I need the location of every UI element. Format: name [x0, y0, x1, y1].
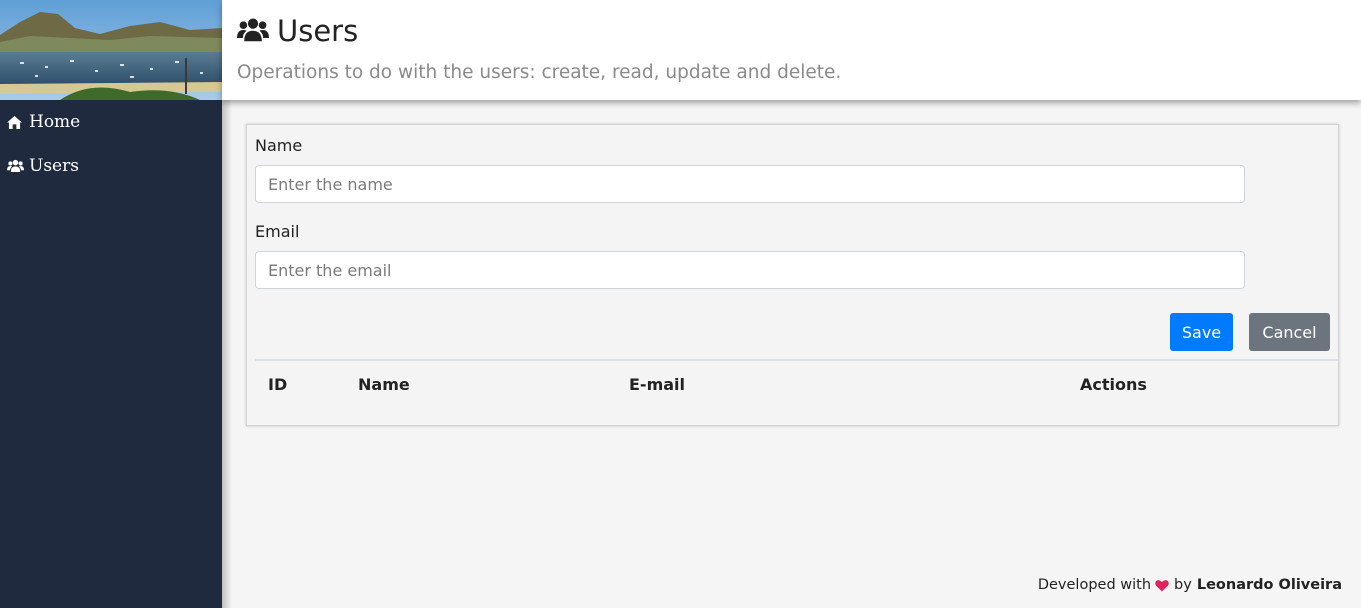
home-icon — [7, 114, 25, 130]
page-subtitle: Operations to do with the users: create,… — [237, 62, 842, 83]
column-header-id: ID — [268, 375, 288, 394]
page-header: Users Operations to do with the users: c… — [222, 0, 1361, 100]
name-label: Name — [255, 136, 303, 155]
heart-icon — [1155, 579, 1169, 592]
footer-prefix: Developed with — [1037, 577, 1152, 593]
users-icon — [237, 16, 269, 46]
page-title: Users — [237, 14, 358, 48]
users-icon — [7, 158, 25, 174]
footer-by: by — [1174, 577, 1192, 593]
table-divider — [255, 359, 1338, 361]
column-header-name: Name — [358, 375, 410, 394]
sidebar-item-label: Home — [29, 112, 81, 132]
email-label: Email — [255, 222, 300, 241]
sidebar: Home Users — [0, 100, 222, 608]
page-title-text: Users — [277, 14, 359, 48]
footer: Developed with by Leonardo Oliveira — [1038, 577, 1342, 593]
email-input[interactable] — [255, 251, 1245, 289]
save-button[interactable]: Save — [1170, 313, 1233, 351]
cancel-button[interactable]: Cancel — [1249, 313, 1330, 351]
name-input[interactable] — [255, 165, 1245, 203]
column-header-actions: Actions — [1080, 375, 1147, 394]
sidebar-item-label: Users — [29, 156, 79, 176]
user-form-card: Name Email Save Cancel ID Name E-mail Ac… — [246, 124, 1339, 426]
column-header-email: E-mail — [629, 375, 686, 394]
logo-image[interactable] — [0, 0, 222, 100]
footer-author: Leonardo Oliveira — [1196, 577, 1342, 593]
content-shadow — [222, 100, 232, 608]
sidebar-item-users[interactable]: Users — [0, 144, 222, 188]
sidebar-item-home[interactable]: Home — [0, 100, 222, 144]
